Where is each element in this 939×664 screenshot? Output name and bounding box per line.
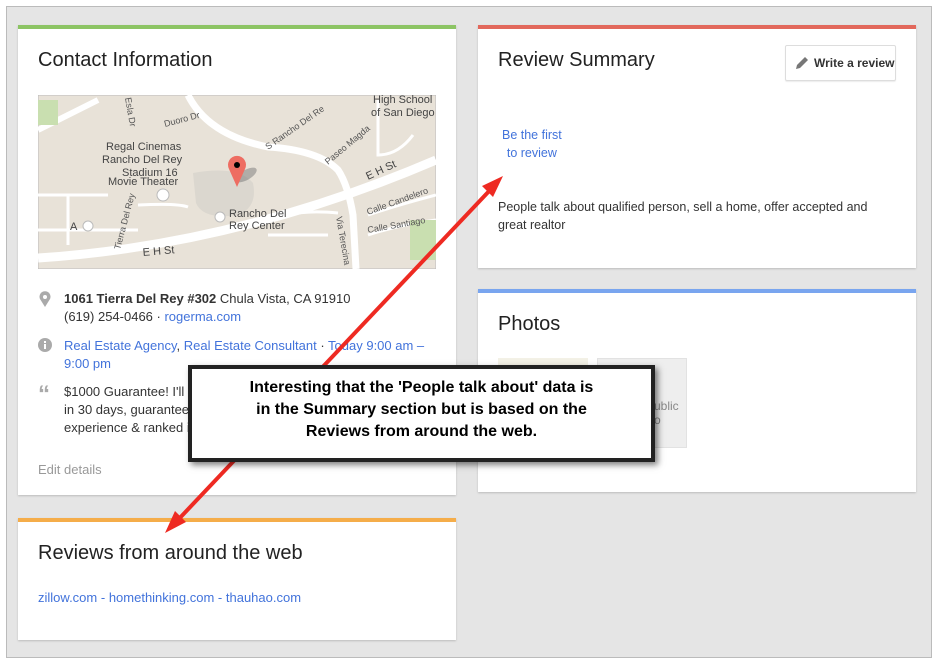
callout-line: Reviews from around the web. (305, 423, 538, 440)
arrow-line (174, 186, 494, 524)
callout-line: Interesting that the 'People talk about'… (249, 379, 594, 396)
annotation-callout: Interesting that the 'People talk about'… (188, 365, 655, 462)
annotation-arrow (165, 176, 503, 533)
callout-line: in the Summary section but is based on t… (256, 401, 587, 418)
